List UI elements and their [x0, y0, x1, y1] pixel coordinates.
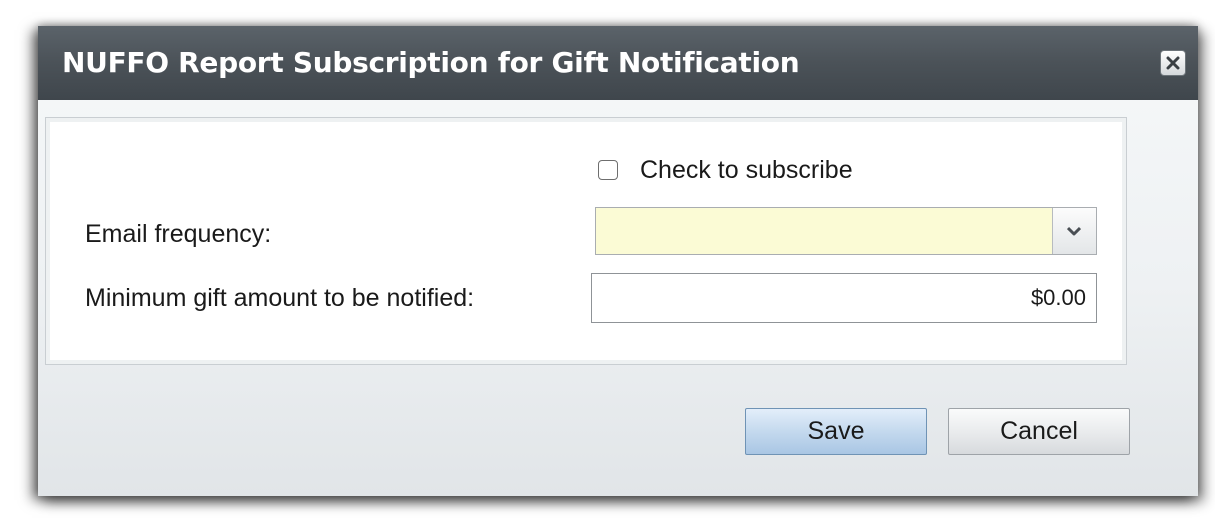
- email-frequency-dropdown-button[interactable]: [1052, 208, 1096, 254]
- subscribe-label: Check to subscribe: [640, 155, 853, 184]
- cancel-button[interactable]: Cancel: [948, 408, 1130, 455]
- subscribe-checkbox[interactable]: [598, 160, 618, 180]
- subscribe-row: Check to subscribe: [598, 152, 853, 188]
- dialog-title: NUFFO Report Subscription for Gift Notif…: [62, 46, 800, 79]
- chevron-down-icon: [1067, 226, 1081, 236]
- save-button[interactable]: Save: [745, 408, 927, 455]
- minimum-gift-label: Minimum gift amount to be notified:: [85, 284, 475, 312]
- close-icon: [1166, 56, 1180, 70]
- dialog-titlebar: NUFFO Report Subscription for Gift Notif…: [38, 26, 1198, 100]
- email-frequency-label: Email frequency:: [85, 220, 272, 248]
- email-frequency-select[interactable]: [595, 207, 1097, 255]
- close-button[interactable]: [1160, 50, 1186, 76]
- minimum-gift-input[interactable]: [591, 273, 1097, 323]
